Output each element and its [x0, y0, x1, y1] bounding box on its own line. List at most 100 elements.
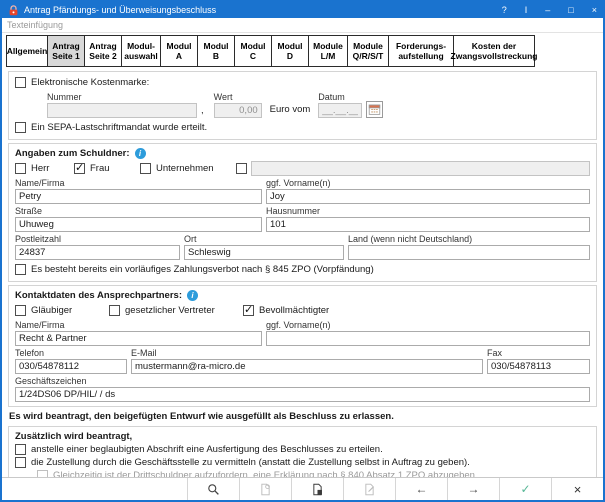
- strasse-input[interactable]: [15, 217, 262, 232]
- unternehmen-label: Unternehmen: [156, 163, 214, 174]
- tab-modul-b[interactable]: ModulB: [197, 35, 235, 67]
- dialog-window: Antrag Pfändungs- und Überweisungsbeschl…: [0, 0, 605, 502]
- checkmark-icon: ✓: [520, 482, 530, 496]
- document-edit-button[interactable]: [343, 478, 395, 500]
- tab-kosten-zwangsvollstreckung[interactable]: Kosten derZwangsvollstreckung: [453, 35, 535, 67]
- calendar-icon: [368, 103, 381, 116]
- drittschuldner-label: Gleichzeitig ist der Drittschuldner aufz…: [53, 470, 478, 477]
- calendar-button[interactable]: [366, 101, 383, 118]
- datum-label: Datum: [318, 92, 362, 102]
- document-save-icon: [311, 483, 324, 496]
- preview-button[interactable]: [187, 478, 239, 500]
- ausfertigung-checkbox[interactable]: [15, 444, 26, 455]
- datum-input[interactable]: [318, 103, 362, 118]
- toolbar-spacer: [2, 478, 187, 500]
- schuldner-info-icon[interactable]: i: [135, 148, 146, 159]
- glaeubiger-label: Gläubiger: [31, 305, 72, 316]
- menu-item-texteinfuegung[interactable]: Texteinfügung: [7, 20, 63, 30]
- maximize-icon[interactable]: □: [568, 6, 573, 15]
- tab-antrag-seite-2[interactable]: AntragSeite 2: [84, 35, 122, 67]
- vertreter-label: gesetzlicher Vertreter: [125, 305, 215, 316]
- document-save-button[interactable]: [291, 478, 343, 500]
- tab-module-lm[interactable]: ModuleL/M: [308, 35, 348, 67]
- sepa-label: Ein SEPA-Lastschriftmandat wurde erteilt…: [31, 122, 207, 133]
- geschaeftszeichen-input[interactable]: [15, 387, 590, 402]
- tab-modul-d[interactable]: ModulD: [271, 35, 309, 67]
- hausnummer-label: Hausnummer: [266, 206, 590, 216]
- bevollmaechtigter-label: Bevollmächtigter: [259, 305, 329, 316]
- herr-checkbox[interactable]: [15, 163, 26, 174]
- schuldner-vorname-label: ggf. Vorname(n): [266, 178, 590, 188]
- menu-bar: Texteinfügung: [2, 18, 603, 33]
- tab-modul-a[interactable]: ModulA: [160, 35, 198, 67]
- tab-strip: Allgemein AntragSeite 1 AntragSeite 2 Mo…: [2, 33, 603, 67]
- comma-separator: ,: [201, 105, 204, 118]
- geschaeftszeichen-label: Geschäftszeichen: [15, 376, 590, 386]
- telefon-input[interactable]: [15, 359, 127, 374]
- herr-label: Herr: [31, 163, 49, 174]
- title-bar: Antrag Pfändungs- und Überweisungsbeschl…: [2, 2, 603, 18]
- kontakt-title: Kontaktdaten des Ansprechpartners:: [15, 290, 182, 301]
- tab-modulauswahl[interactable]: Modul-auswahl: [121, 35, 161, 67]
- document-history-button[interactable]: [239, 478, 291, 500]
- zusaetzlich-group: Zusätzlich wird beantragt, anstelle eine…: [8, 426, 597, 477]
- vertreter-checkbox[interactable]: [109, 305, 120, 316]
- schuldner-name-input[interactable]: [15, 189, 262, 204]
- email-label: E-Mail: [131, 348, 483, 358]
- email-input[interactable]: [131, 359, 483, 374]
- zustellung-label: die Zustellung durch die Geschäftsstelle…: [31, 457, 470, 468]
- sepa-checkbox[interactable]: [15, 122, 26, 133]
- frau-checkbox[interactable]: [74, 163, 85, 174]
- kontakt-vorname-input[interactable]: [266, 331, 590, 346]
- land-input[interactable]: [348, 245, 590, 260]
- drittschuldner-checkbox: [37, 470, 48, 477]
- tab-forderungsaufstellung[interactable]: Forderungs-aufstellung: [388, 35, 454, 67]
- bevollmaechtigter-checkbox[interactable]: [243, 305, 254, 316]
- ort-label: Ort: [184, 234, 344, 244]
- euro-vom-label: Euro vom: [270, 104, 311, 118]
- plz-label: Postleitzahl: [15, 234, 180, 244]
- fax-input[interactable]: [487, 359, 590, 374]
- nummer-input[interactable]: [47, 103, 197, 118]
- confirm-button[interactable]: ✓: [499, 478, 551, 500]
- tab-content-antrag-seite-1: Elektronische Kostenmarke: Nummer , Wert…: [2, 67, 603, 477]
- kostenmarke-label: Elektronische Kostenmarke:: [31, 77, 149, 88]
- ausfertigung-label: anstelle einer beglaubigten Abschrift ei…: [31, 444, 383, 455]
- hausnummer-input[interactable]: [266, 217, 590, 232]
- help-icon[interactable]: ?: [502, 6, 507, 15]
- close-icon[interactable]: ×: [592, 6, 597, 15]
- cancel-button[interactable]: ×: [551, 478, 603, 500]
- schuldner-title: Angaben zum Schuldner:: [15, 148, 130, 159]
- wert-input[interactable]: [214, 103, 262, 118]
- sonstige-checkbox[interactable]: [236, 163, 247, 174]
- document-edit-icon: [363, 483, 376, 496]
- back-button[interactable]: ←: [395, 478, 447, 500]
- kontakt-info-icon[interactable]: i: [187, 290, 198, 301]
- minimize-icon[interactable]: –: [545, 6, 550, 15]
- search-icon: [207, 483, 220, 496]
- tab-antrag-seite-1[interactable]: AntragSeite 1: [47, 35, 85, 67]
- vorpfaendung-checkbox[interactable]: [15, 264, 26, 275]
- ort-input[interactable]: [184, 245, 344, 260]
- tab-allgemein[interactable]: Allgemein: [6, 35, 48, 67]
- cancel-x-icon: ×: [574, 482, 582, 497]
- sonstige-input[interactable]: [251, 161, 590, 176]
- kontakt-name-input[interactable]: [15, 331, 262, 346]
- schuldner-vorname-input[interactable]: [266, 189, 590, 204]
- unternehmen-checkbox[interactable]: [140, 163, 151, 174]
- kontakt-vorname-label: ggf. Vorname(n): [266, 320, 590, 330]
- zustellung-checkbox[interactable]: [15, 457, 26, 468]
- fax-label: Fax: [487, 348, 590, 358]
- zusaetzlich-title: Zusätzlich wird beantragt,: [15, 431, 132, 442]
- info-window-icon[interactable]: I: [525, 6, 528, 15]
- forward-button[interactable]: →: [447, 478, 499, 500]
- app-lock-icon: [8, 5, 19, 16]
- glaeubiger-checkbox[interactable]: [15, 305, 26, 316]
- tab-modul-c[interactable]: ModulC: [234, 35, 272, 67]
- tab-module-qrst[interactable]: ModuleQ/R/S/T: [347, 35, 389, 67]
- plz-input[interactable]: [15, 245, 180, 260]
- arrow-left-icon: ←: [416, 482, 428, 496]
- kontakt-group: Kontaktdaten des Ansprechpartners: i Glä…: [8, 285, 597, 407]
- kostenmarke-checkbox[interactable]: [15, 77, 26, 88]
- wert-label: Wert: [214, 92, 262, 102]
